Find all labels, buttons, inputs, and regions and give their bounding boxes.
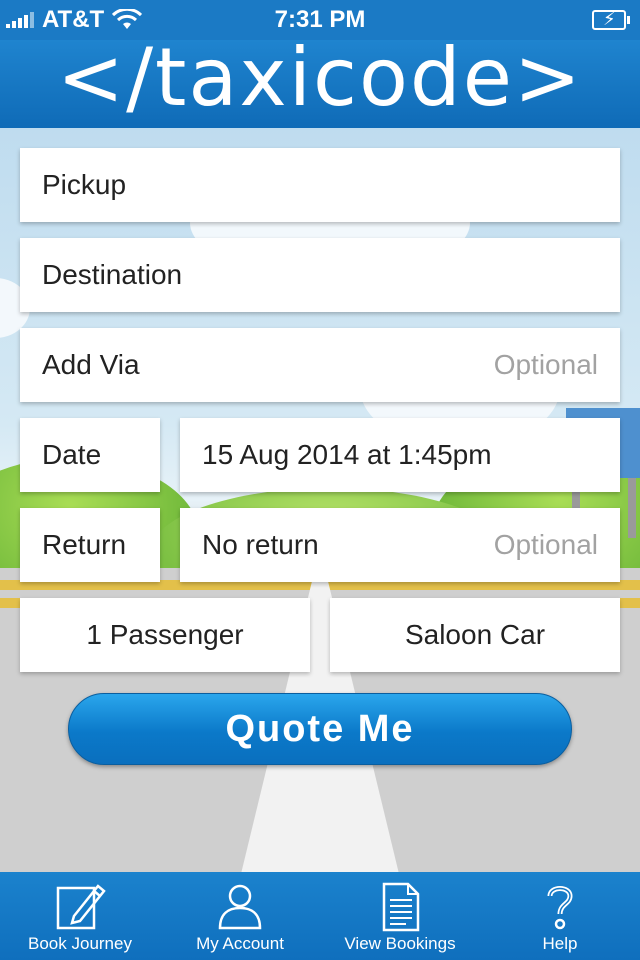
document-icon	[382, 882, 420, 932]
add-via-placeholder: Optional	[493, 349, 598, 380]
sign-post	[628, 478, 636, 538]
battery-icon: ⚡	[592, 9, 630, 30]
pickup-label: Pickup	[42, 169, 127, 200]
return-placeholder: Optional	[493, 529, 598, 560]
return-picker-field[interactable]: No return Optional	[180, 508, 620, 582]
vehicle-value: Saloon Car	[404, 619, 546, 650]
quote-me-label: Quote Me	[225, 707, 415, 750]
destination-label: Destination	[42, 259, 183, 290]
tab-bar: Book Journey My Account View Bookings He…	[0, 872, 640, 960]
person-icon	[218, 884, 262, 930]
app-header: </taxicode>	[0, 34, 640, 128]
add-via-field[interactable]: Add Via Optional	[20, 328, 620, 402]
return-value: No return	[202, 529, 319, 560]
pencil-icon	[56, 884, 106, 930]
tab-view-bookings[interactable]: View Bookings	[320, 872, 480, 960]
tab-book-journey[interactable]: Book Journey	[0, 872, 160, 960]
date-picker-field[interactable]: 15 Aug 2014 at 1:45pm	[180, 418, 620, 492]
pickup-field[interactable]: Pickup	[20, 148, 620, 222]
add-via-label: Add Via	[42, 349, 140, 380]
return-label: Return	[42, 529, 127, 560]
question-icon	[547, 886, 573, 930]
destination-field[interactable]: Destination	[20, 238, 620, 312]
tab-help[interactable]: Help	[480, 872, 640, 960]
return-label-box: Return	[20, 508, 160, 582]
app-logo: </taxicode>	[57, 31, 583, 124]
date-label-box: Date	[20, 418, 160, 492]
status-time: 7:31 PM	[274, 6, 366, 33]
tab-label: Book Journey	[28, 934, 132, 953]
tab-label: View Bookings	[344, 934, 456, 953]
date-label: Date	[42, 439, 102, 470]
quote-me-button[interactable]: Quote Me	[68, 693, 572, 765]
passengers-selector[interactable]: 1 Passenger	[20, 598, 310, 672]
date-value: 15 Aug 2014 at 1:45pm	[202, 439, 492, 470]
vehicle-selector[interactable]: Saloon Car	[330, 598, 620, 672]
tab-label: Help	[542, 934, 578, 953]
passengers-value: 1 Passenger	[86, 619, 244, 650]
tab-label: My Account	[196, 934, 284, 953]
tab-my-account[interactable]: My Account	[160, 872, 320, 960]
